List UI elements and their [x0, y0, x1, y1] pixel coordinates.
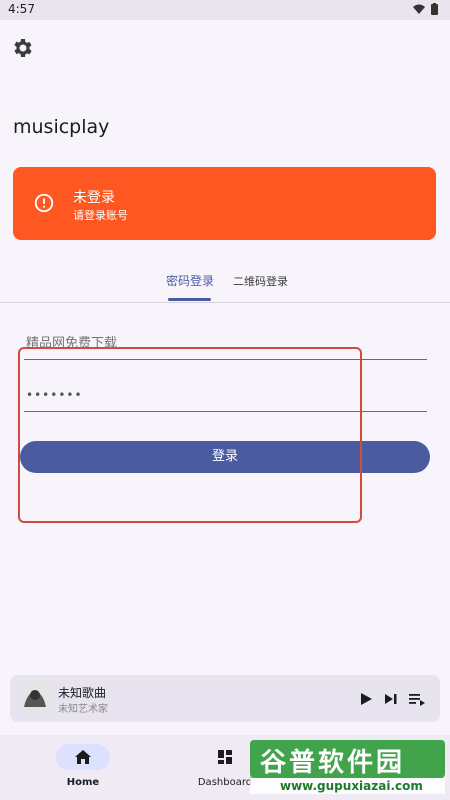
password-input[interactable]	[24, 387, 431, 403]
login-status-card[interactable]: 未登录 请登录账号	[13, 167, 436, 240]
battery-icon	[431, 3, 438, 15]
album-cover	[18, 681, 52, 715]
login-tabs: 密码登录 二维码登录	[0, 262, 450, 303]
settings-button[interactable]	[11, 36, 35, 60]
playlist-icon[interactable]	[408, 690, 426, 708]
tab-password-login[interactable]: 密码登录	[166, 272, 214, 289]
login-status-title: 未登录	[73, 190, 115, 206]
login-button[interactable]: 登录	[20, 441, 430, 473]
watermark-title: 谷普软件园	[260, 748, 406, 778]
mini-song-title: 未知歌曲	[58, 686, 107, 700]
login-status-subtitle: 请登录账号	[73, 209, 128, 222]
alert-circle-icon	[34, 193, 54, 213]
skip-next-icon[interactable]	[382, 690, 400, 708]
username-input[interactable]	[24, 335, 431, 352]
play-icon[interactable]	[357, 690, 375, 708]
username-field[interactable]	[24, 329, 431, 360]
status-time: 4:57	[8, 2, 35, 16]
dashboard-icon	[218, 750, 232, 764]
status-icons	[413, 3, 438, 15]
album-art-icon	[18, 681, 52, 715]
status-bar: 4:57	[0, 0, 450, 20]
highlight-annotation	[18, 347, 362, 523]
home-icon	[75, 750, 91, 764]
app-title: musicplay	[13, 116, 110, 138]
mini-artist: 未知艺术家	[58, 704, 108, 715]
nav-home[interactable]: Home	[0, 735, 150, 800]
gear-icon	[14, 39, 32, 57]
tab-qrcode-login[interactable]: 二维码登录	[233, 273, 288, 289]
watermark-url: www.gupuxiazai.com	[280, 779, 423, 793]
wifi-icon	[413, 4, 425, 14]
password-field[interactable]	[24, 381, 431, 412]
mini-player[interactable]: 未知歌曲 未知艺术家	[10, 675, 440, 722]
nav-home-label: Home	[66, 777, 100, 788]
tab-indicator	[168, 298, 211, 301]
watermark: 谷普软件园 www.gupuxiazai.com	[250, 738, 445, 796]
